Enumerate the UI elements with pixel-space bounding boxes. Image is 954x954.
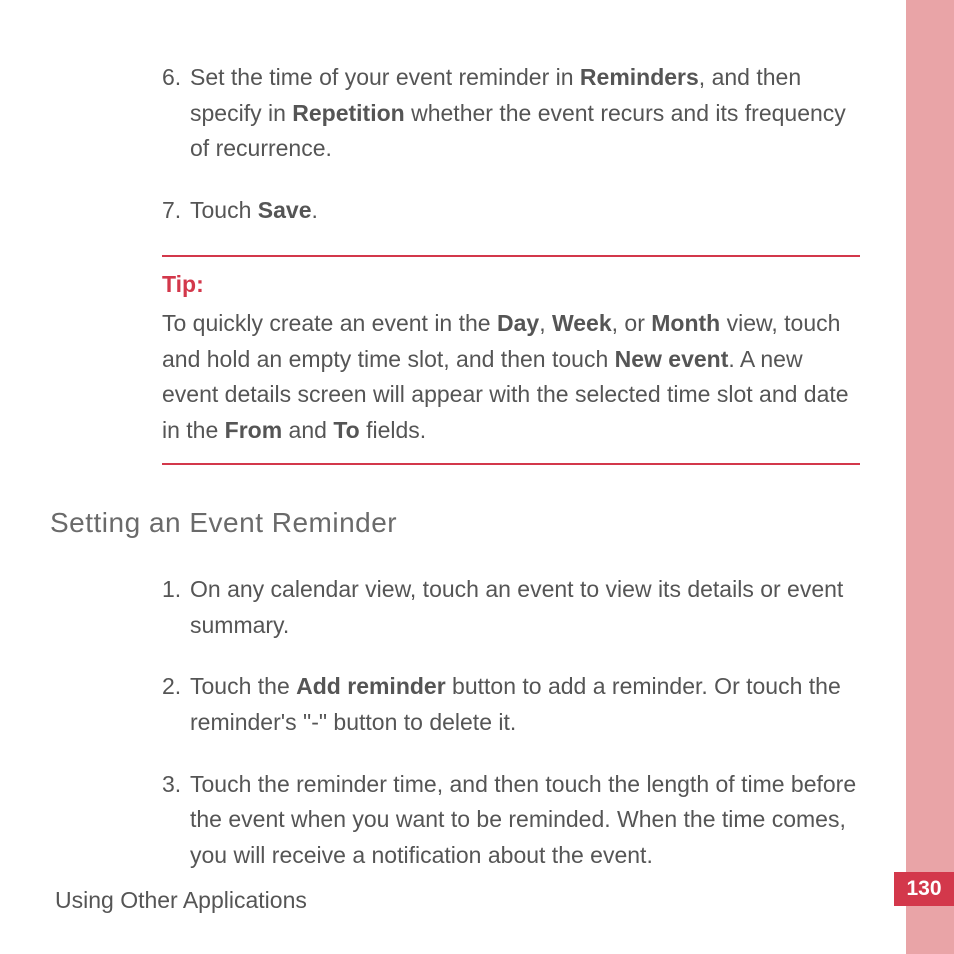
list-item-number: 1. — [162, 572, 190, 643]
bold-term: Month — [651, 310, 720, 336]
list-item-number: 6. — [162, 60, 190, 167]
tip-body: To quickly create an event in the Day, W… — [162, 306, 860, 449]
bold-term: Day — [497, 310, 539, 336]
list-item: 2.Touch the Add reminder button to add a… — [50, 669, 860, 740]
bold-term: Save — [258, 197, 312, 223]
list-item-body: Touch the Add reminder button to add a r… — [190, 669, 860, 740]
page-content: 6.Set the time of your event reminder in… — [50, 60, 860, 900]
body-text: Touch the reminder time, and then touch … — [190, 771, 856, 868]
body-text: , or — [612, 310, 652, 336]
list-item: 3.Touch the reminder time, and then touc… — [50, 767, 860, 874]
list-item-body: Touch the reminder time, and then touch … — [190, 767, 860, 874]
page-number-tab: 130 — [894, 872, 954, 906]
tip-label: Tip: — [162, 267, 860, 303]
list-item: 6.Set the time of your event reminder in… — [50, 60, 860, 167]
footer-chapter-title: Using Other Applications — [55, 887, 307, 914]
page-number: 130 — [906, 877, 941, 901]
body-text: Set the time of your event reminder in — [190, 64, 580, 90]
list-item: 7.Touch Save. — [50, 193, 860, 229]
body-text: . — [311, 197, 317, 223]
list-item-number: 3. — [162, 767, 190, 874]
list-item-number: 2. — [162, 669, 190, 740]
bold-term: To — [333, 417, 359, 443]
list-item-number: 7. — [162, 193, 190, 229]
bold-term: Reminders — [580, 64, 699, 90]
body-text: To quickly create an event in the — [162, 310, 497, 336]
bold-term: Add reminder — [296, 673, 446, 699]
bold-term: From — [225, 417, 283, 443]
bold-term: New event — [615, 346, 729, 372]
body-text: On any calendar view, touch an event to … — [190, 576, 843, 638]
bold-term: Week — [552, 310, 612, 336]
list-item-body: Set the time of your event reminder in R… — [190, 60, 860, 167]
bold-term: Repetition — [292, 100, 404, 126]
list-item-body: On any calendar view, touch an event to … — [190, 572, 860, 643]
tip-callout: Tip: To quickly create an event in the D… — [162, 255, 860, 465]
body-text: Touch the — [190, 673, 296, 699]
list-item-body: Touch Save. — [190, 193, 860, 229]
body-text: , — [539, 310, 552, 336]
body-text: and — [282, 417, 333, 443]
body-text: fields. — [360, 417, 426, 443]
manual-page: 6.Set the time of your event reminder in… — [0, 0, 954, 954]
body-text: Touch — [190, 197, 258, 223]
list-item: 1.On any calendar view, touch an event t… — [50, 572, 860, 643]
right-side-bar — [906, 0, 954, 954]
section-heading: Setting an Event Reminder — [50, 501, 860, 544]
